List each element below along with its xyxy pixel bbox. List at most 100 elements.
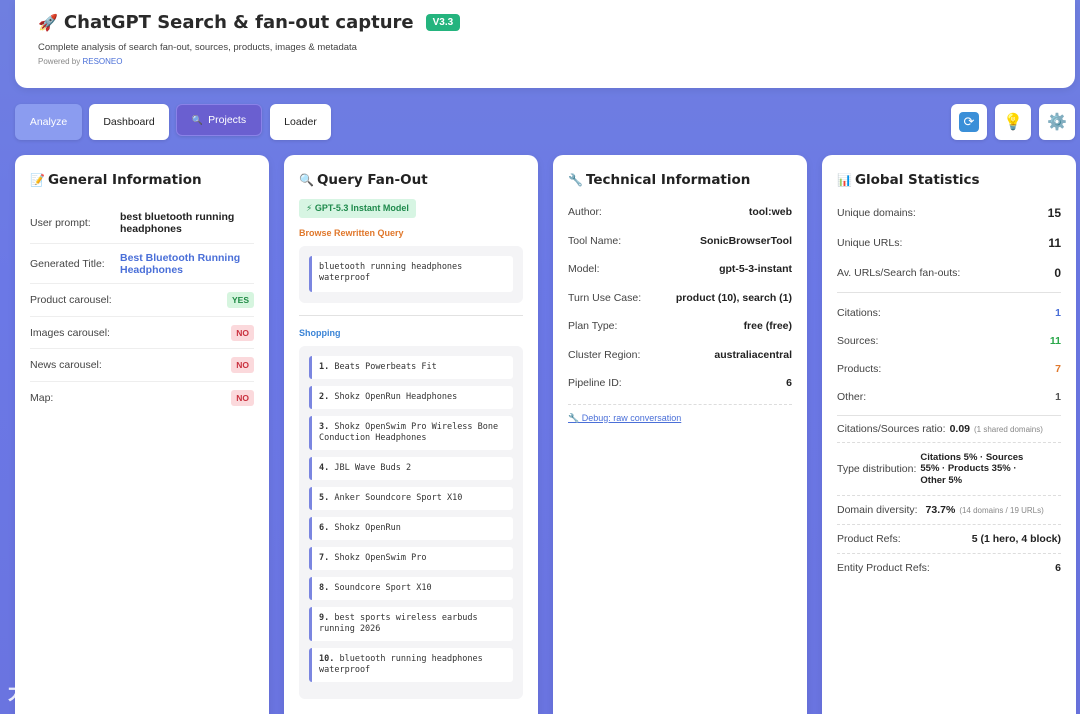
technical-row-label: Turn Use Case:: [568, 291, 642, 304]
tips-button[interactable]: 💡: [995, 104, 1031, 140]
debug-link[interactable]: 🔧 Debug: raw conversation: [568, 413, 792, 424]
global-stats-heading: 📊 Global Statistics: [837, 172, 1061, 188]
technical-row-value: australiacentral: [714, 348, 792, 361]
technical-row-value: gpt-5-3-instant: [719, 263, 792, 276]
shopping-query-text: Shokz OpenSwim Pro Wireless Bone Conduct…: [319, 422, 499, 443]
settings-button[interactable]: ⚙️: [1039, 104, 1075, 140]
shopping-query-number: 10.: [319, 654, 335, 664]
shopping-query-number: 9.: [319, 613, 330, 623]
technical-row-label: Cluster Region:: [568, 348, 641, 361]
shopping-query-item: 8. Soundcore Sport X10: [309, 577, 513, 600]
product-carousel-badge: YES: [226, 292, 254, 308]
stats-divider-1: [837, 292, 1061, 293]
general-info-heading: 📝 General Information: [30, 172, 254, 188]
technical-row-label: Pipeline ID:: [568, 377, 622, 390]
shopping-query-item: 5. Anker Soundcore Sport X10: [309, 487, 513, 510]
projects-label: Projects: [208, 114, 247, 126]
projects-button[interactable]: 🔍 Projects: [176, 104, 262, 136]
unique-domains-label: Unique domains:: [837, 207, 916, 219]
domain-diversity-note: (14 domains / 19 URLs): [959, 505, 1044, 515]
product-refs-value: 5 (1 hero, 4 block): [971, 533, 1061, 545]
generated-title-row: Generated Title: Best Bluetooth Running …: [30, 244, 254, 284]
global-stats-title: Global Statistics: [854, 172, 980, 188]
type-distribution-value: Citations 5% · Sources 55% · Products 35…: [920, 451, 1024, 486]
query-fanout-title: Query Fan-Out: [316, 172, 428, 188]
technical-rows: Author: tool:web Tool Name: SonicBrowserToo…: [568, 198, 792, 398]
unique-domains-value: 15: [1047, 206, 1061, 220]
other-label: Other:: [837, 391, 867, 403]
technical-row-value: free (free): [743, 320, 792, 333]
news-carousel-label: News carousel:: [30, 359, 102, 371]
technical-row-label: Tool Name:: [568, 234, 622, 247]
shopping-query-number: 1.: [319, 362, 330, 372]
images-carousel-badge: NO: [231, 324, 254, 341]
unique-domains-row: Unique domains: 15: [837, 198, 1061, 228]
product-refs-label: Product Refs:: [837, 533, 901, 545]
entity-refs-value: 6: [1055, 562, 1061, 574]
app-subtitle: Complete analysis of search fan-out, sou…: [38, 42, 357, 53]
refresh-button[interactable]: ⟳: [951, 104, 987, 140]
wrench-icon: 🔧: [568, 173, 583, 187]
memo-icon: 📝: [30, 173, 45, 187]
browse-section-label: Browse Rewritten Query: [299, 228, 404, 238]
dashboard-button[interactable]: Dashboard: [89, 104, 169, 140]
shopping-query-number: 4.: [319, 463, 330, 473]
shopping-query-text: best sports wireless earbuds running 202…: [319, 613, 478, 634]
shopping-query-text: JBL Wave Buds 2: [334, 463, 412, 473]
unique-urls-value: 11: [1048, 236, 1061, 250]
shopping-section-label: Shopping: [299, 328, 341, 338]
domain-diversity-row: Domain diversity: 73.7% (14 domains / 19…: [837, 496, 1061, 524]
unique-urls-label: Unique URLs:: [837, 237, 903, 249]
powered-prefix: Powered by: [38, 57, 81, 66]
shopping-query-text: Shokz OpenRun: [334, 523, 401, 533]
products-row: Products: 7: [837, 355, 1061, 383]
technical-row-label: Author:: [568, 206, 602, 219]
ratio-row: Citations/Sources ratio: 0.09 (1 shared …: [837, 416, 1061, 442]
powered-by: Powered by RESONEO: [38, 57, 123, 66]
shopping-query-number: 6.: [319, 523, 330, 533]
query-fanout-card: 🔍 Query Fan-Out ⚡ GPT-5.3 Instant Model B…: [284, 155, 538, 714]
type-distribution-row: Type distribution: Citations 5% · Source…: [837, 443, 1061, 495]
magnifier-icon: 🔍: [299, 173, 314, 187]
domain-diversity-value: 73.7%: [925, 504, 956, 516]
analyze-button[interactable]: Analyze: [15, 104, 82, 140]
images-carousel-label: Images carousel:: [30, 326, 110, 339]
technical-row: Author: tool:web: [568, 198, 792, 227]
technical-info-heading: 🔧 Technical Information: [568, 172, 792, 188]
images-carousel-row: Images carousel: NO: [30, 317, 254, 349]
loader-button[interactable]: Loader: [270, 104, 331, 140]
brand-link[interactable]: RESONEO: [82, 57, 122, 66]
browse-query-box: bluetooth running headphones waterproof: [299, 246, 523, 303]
global-stats-card: 📊 Global Statistics Unique domains: 15 Un…: [822, 155, 1076, 714]
model-badge: ⚡ GPT-5.3 Instant Model: [299, 199, 416, 218]
dashboard-label: Dashboard: [103, 116, 155, 128]
product-carousel-row: Product carousel: YES: [30, 284, 254, 317]
search-icon: 🔍: [191, 114, 204, 125]
map-badge: NO: [231, 390, 254, 406]
technical-row: Plan Type: free (free): [568, 312, 792, 341]
technical-row: Tool Name: SonicBrowserTool: [568, 227, 792, 256]
generated-title-value[interactable]: Best Bluetooth Running Headphones: [120, 252, 254, 276]
shopping-query-item: 4. JBL Wave Buds 2: [309, 457, 513, 480]
shopping-query-number: 5.: [319, 493, 330, 503]
map-row: Map: NO: [30, 382, 254, 414]
lightbulb-icon: 💡: [1003, 114, 1023, 131]
technical-row-value: SonicBrowserTool: [700, 234, 792, 247]
citations-row: Citations: 1: [837, 299, 1061, 327]
technical-row: Pipeline ID: 6: [568, 369, 792, 398]
technical-row: Model: gpt-5-3-instant: [568, 255, 792, 284]
products-label: Products:: [837, 363, 882, 375]
shopping-query-item: 10. bluetooth running headphones waterpr…: [309, 648, 513, 682]
type-distribution-label: Type distribution:: [837, 463, 917, 475]
user-prompt-label: User prompt:: [30, 216, 91, 229]
shopping-query-number: 3.: [319, 422, 330, 432]
entity-refs-row: Entity Product Refs: 6: [837, 554, 1061, 582]
technical-row-value: 6: [786, 377, 792, 390]
technical-row-value: product (10), search (1): [675, 291, 792, 304]
technical-row: Cluster Region: australiacentral: [568, 341, 792, 370]
products-value: 7: [1055, 363, 1061, 375]
shopping-query-item: 7. Shokz OpenSwim Pro: [309, 547, 513, 570]
technical-row: Turn Use Case: product (10), search (1): [568, 284, 792, 313]
app-header: 🚀 ChatGPT Search & fan-out capture V3.3 …: [15, 0, 1075, 88]
av-urls-value: 0: [1054, 266, 1061, 280]
